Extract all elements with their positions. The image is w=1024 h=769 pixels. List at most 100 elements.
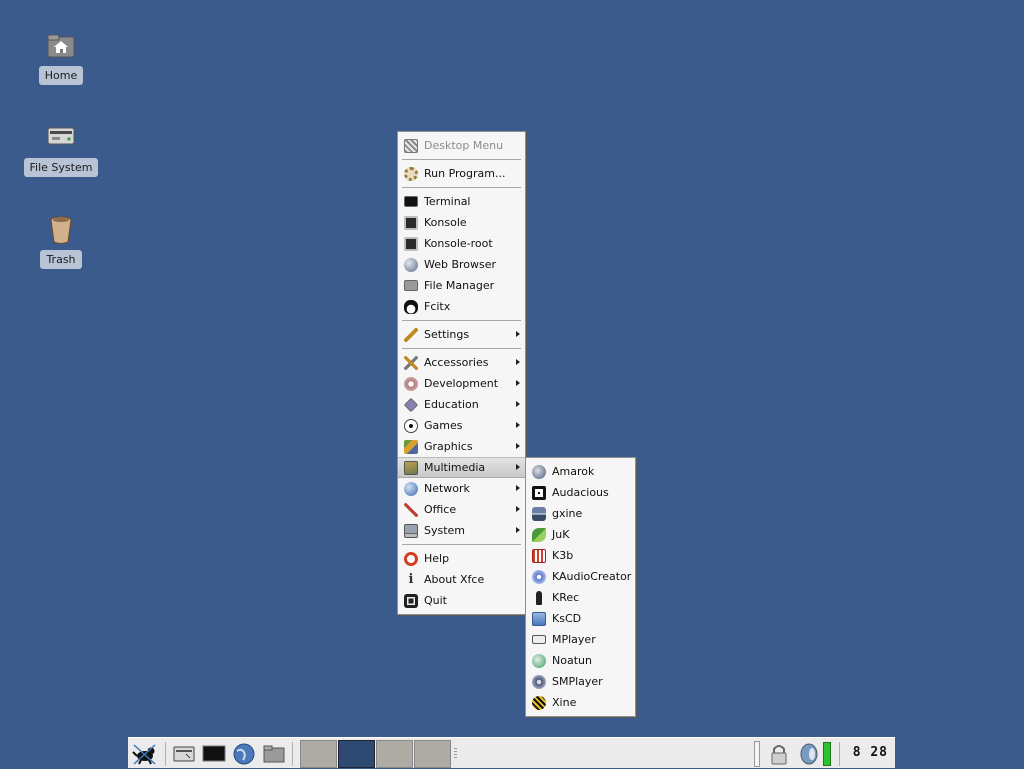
menu-item-web-browser[interactable]: Web Browser	[398, 254, 525, 275]
trash-icon	[45, 214, 77, 246]
menu-item-quit[interactable]: Quit	[398, 590, 525, 611]
submenu-arrow-icon	[516, 331, 520, 337]
development-icon	[404, 377, 418, 391]
multimedia-submenu: Amarok Audacious gxine JuK K3b KAudioCre…	[525, 457, 636, 717]
computer-icon	[404, 524, 418, 538]
submenu-arrow-icon	[516, 464, 520, 470]
desktop-icon-label: File System	[23, 158, 99, 177]
menu-separator	[402, 320, 521, 321]
submenu-item-juk[interactable]: JuK	[526, 524, 635, 545]
power-icon	[404, 594, 418, 608]
menu-separator	[402, 187, 521, 188]
battery-icon	[823, 742, 831, 766]
menu-item-games[interactable]: Games	[398, 415, 525, 436]
pen-icon	[404, 503, 418, 517]
submenu-arrow-icon	[516, 527, 520, 533]
menu-item-network[interactable]: Network	[398, 478, 525, 499]
drive-icon	[45, 122, 77, 154]
drive-launcher-icon[interactable]	[172, 742, 196, 766]
menu-item-development[interactable]: Development	[398, 373, 525, 394]
submenu-arrow-icon	[516, 485, 520, 491]
workspace-4[interactable]	[414, 740, 451, 768]
home-folder-icon	[45, 30, 77, 62]
menu-item-run-program[interactable]: Run Program...	[398, 163, 525, 184]
menu-item-about-xfce[interactable]: i About Xfce	[398, 569, 525, 590]
workspace-1[interactable]	[300, 740, 337, 768]
browser-launcher-icon[interactable]	[232, 742, 256, 766]
wrench-icon	[404, 328, 418, 342]
desktop-menu: Desktop Menu Run Program... Terminal Kon…	[397, 131, 526, 615]
desktop-icon-label: Trash	[40, 250, 82, 269]
menu-item-system[interactable]: System	[398, 520, 525, 541]
submenu-arrow-icon	[516, 443, 520, 449]
menu-item-accessories[interactable]: Accessories	[398, 352, 525, 373]
soccer-ball-icon	[404, 419, 418, 433]
submenu-item-noatun[interactable]: Noatun	[526, 650, 635, 671]
kscd-icon	[532, 612, 546, 626]
xine-icon	[532, 696, 546, 710]
juk-icon	[532, 528, 546, 542]
menu-separator	[402, 159, 521, 160]
submenu-arrow-icon	[516, 401, 520, 407]
multimedia-icon	[404, 461, 418, 475]
lifebuoy-icon	[404, 552, 418, 566]
desktop-icon-label: Home	[38, 66, 84, 85]
menu-item-help[interactable]: Help	[398, 548, 525, 569]
lock-icon[interactable]	[768, 742, 790, 766]
submenu-item-krec[interactable]: KRec	[526, 587, 635, 608]
submenu-item-mplayer[interactable]: MPlayer	[526, 629, 635, 650]
noatun-icon	[532, 654, 546, 668]
desktop-icon-file-system[interactable]: File System	[16, 122, 106, 177]
menu-separator	[402, 348, 521, 349]
clock[interactable]: 8 28	[853, 745, 888, 760]
submenu-arrow-icon	[516, 506, 520, 512]
folder-launcher-icon[interactable]	[262, 742, 286, 766]
k3b-icon	[532, 549, 546, 563]
submenu-item-k3b[interactable]: K3b	[526, 545, 635, 566]
konsole-root-icon	[404, 237, 418, 251]
bottom-panel: 8 28	[128, 737, 895, 768]
submenu-item-smplayer[interactable]: SMPlayer	[526, 671, 635, 692]
submenu-item-kscd[interactable]: KsCD	[526, 608, 635, 629]
submenu-arrow-icon	[516, 359, 520, 365]
submenu-arrow-icon	[516, 380, 520, 386]
gear-icon	[404, 167, 418, 181]
konsole-icon	[404, 216, 418, 230]
workspace-3[interactable]	[376, 740, 413, 768]
submenu-item-gxine[interactable]: gxine	[526, 503, 635, 524]
submenu-item-kaudiocreator[interactable]: KAudioCreator	[526, 566, 635, 587]
microphone-icon	[536, 591, 542, 605]
penguin-icon	[404, 300, 418, 314]
panel-handle[interactable]	[454, 748, 457, 760]
workspace-2[interactable]	[338, 740, 375, 768]
panel-handle[interactable]	[754, 741, 760, 767]
submenu-item-audacious[interactable]: Audacious	[526, 482, 635, 503]
menu-item-graphics[interactable]: Graphics	[398, 436, 525, 457]
menu-item-office[interactable]: Office	[398, 499, 525, 520]
submenu-item-xine[interactable]: Xine	[526, 692, 635, 713]
menu-title: Desktop Menu	[398, 135, 525, 156]
terminal-launcher-icon[interactable]	[202, 742, 226, 766]
menu-item-file-manager[interactable]: File Manager	[398, 275, 525, 296]
audacious-icon	[532, 486, 546, 500]
menu-item-settings[interactable]: Settings	[398, 324, 525, 345]
submenu-item-amarok[interactable]: Amarok	[526, 461, 635, 482]
network-globe-icon	[404, 482, 418, 496]
tools-icon	[404, 356, 418, 370]
xfce-mouse-icon[interactable]	[131, 742, 159, 766]
menu-item-konsole[interactable]: Konsole	[398, 212, 525, 233]
menu-item-terminal[interactable]: Terminal	[398, 191, 525, 212]
panel-separator	[839, 742, 840, 766]
menu-separator	[402, 544, 521, 545]
desktop-icon-home[interactable]: Home	[16, 30, 106, 85]
menu-item-konsole-root[interactable]: Konsole-root	[398, 233, 525, 254]
menu-item-fcitx[interactable]: Fcitx	[398, 296, 525, 317]
info-icon: i	[408, 572, 414, 587]
kaudiocreator-icon	[532, 570, 546, 584]
menu-item-multimedia[interactable]: Multimedia	[398, 457, 525, 478]
speaker-icon[interactable]	[798, 742, 820, 766]
graphics-icon	[404, 440, 418, 454]
terminal-icon	[404, 196, 418, 207]
menu-item-education[interactable]: Education	[398, 394, 525, 415]
desktop-icon-trash[interactable]: Trash	[16, 214, 106, 269]
